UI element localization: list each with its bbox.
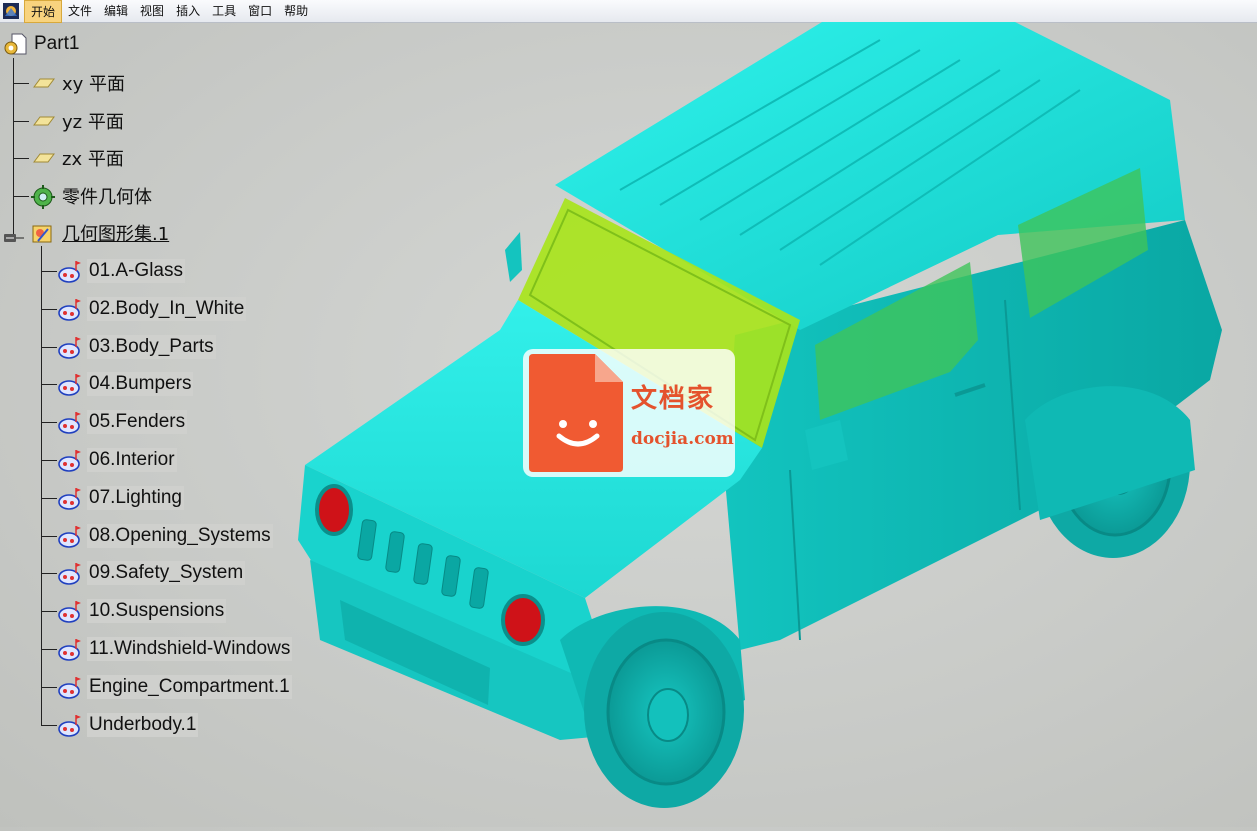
tree-node-label: 03.Body_Parts bbox=[87, 334, 216, 359]
tree-node-label: 02.Body_In_White bbox=[87, 296, 247, 321]
vehicle-model bbox=[298, 22, 1222, 808]
watermark-title: 文档家 bbox=[631, 383, 716, 414]
tree-node-yz-plane[interactable]: yz 平面 bbox=[30, 109, 126, 133]
tree-node-part1[interactable]: Part1 bbox=[2, 32, 81, 56]
tree-node-label: 10.Suspensions bbox=[87, 599, 227, 624]
tree-node-label: 几何图形集.1 bbox=[62, 224, 170, 245]
tree-node-label: 09.Safety_System bbox=[87, 561, 246, 586]
geometric-set-child-icon bbox=[57, 599, 83, 623]
menu-item[interactable]: 视图 bbox=[134, 0, 170, 23]
tree-node-geoset-child[interactable]: 06.Interior bbox=[57, 448, 177, 472]
plane-icon bbox=[30, 109, 56, 133]
geometric-set-child-icon bbox=[57, 410, 83, 434]
tree-node-label: 05.Fenders bbox=[87, 410, 188, 435]
tree-node-label: xy 平面 bbox=[62, 74, 126, 95]
tree-node-label: 11.Windshield-Windows bbox=[87, 637, 293, 661]
tree-connector bbox=[41, 649, 57, 650]
menu-item[interactable]: 插入 bbox=[170, 0, 206, 23]
tree-connector bbox=[41, 346, 57, 348]
menu-item[interactable]: 工具 bbox=[206, 0, 242, 23]
geometric-set-child-icon bbox=[57, 372, 83, 397]
tree-node-geoset-child[interactable]: 02.Body_In_White bbox=[57, 296, 247, 321]
tree-connector bbox=[41, 573, 57, 575]
menu-item[interactable]: 编辑 bbox=[98, 0, 134, 23]
right-headlamp bbox=[501, 594, 545, 646]
geometric-set-child-icon bbox=[57, 486, 83, 510]
menu-item[interactable]: 窗口 bbox=[242, 0, 278, 23]
tree-connector bbox=[41, 724, 57, 726]
left-headlamp bbox=[315, 484, 353, 536]
tree-connector bbox=[41, 460, 57, 461]
3d-viewport[interactable] bbox=[290, 20, 1257, 827]
tree-node-label: yz 平面 bbox=[62, 112, 124, 133]
tree-root-label: Part1 bbox=[34, 33, 80, 54]
tree-connector bbox=[41, 384, 57, 386]
tree-node-part-body[interactable]: 零件几何体 bbox=[30, 184, 154, 209]
geometric-set-child-icon bbox=[57, 448, 83, 472]
tree-node-label: 06.Interior bbox=[87, 448, 177, 472]
tree-connector bbox=[41, 497, 57, 499]
tree-node-geoset-child[interactable]: 07.Lighting bbox=[57, 485, 184, 510]
tree-node-geoset-child[interactable]: 04.Bumpers bbox=[57, 372, 194, 397]
tree-connector bbox=[41, 535, 57, 537]
tree-node-label: Underbody.1 bbox=[87, 712, 199, 737]
document-logo-icon bbox=[529, 354, 623, 472]
geometric-set-icon bbox=[30, 221, 56, 245]
tree-connector bbox=[13, 196, 29, 197]
tree-node-geometric-set[interactable]: 几何图形集.1 bbox=[2, 221, 171, 245]
specification-tree: Part1 xy 平面 yz 平面 zx 平面 零件几何体 几何图形集.1 01… bbox=[0, 24, 340, 804]
tree-node-label: Engine_Compartment.1 bbox=[87, 674, 292, 699]
plane-icon bbox=[30, 71, 56, 95]
tree-node-geoset-child[interactable]: 08.Opening_Systems bbox=[57, 523, 273, 548]
tree-node-label: 07.Lighting bbox=[87, 485, 184, 510]
tree-node-label: 08.Opening_Systems bbox=[87, 523, 273, 548]
geometric-set-child-icon bbox=[57, 675, 83, 699]
part-icon bbox=[2, 32, 28, 56]
geometric-set-child-icon bbox=[57, 561, 83, 586]
geometric-set-child-icon bbox=[57, 713, 83, 737]
tree-connector bbox=[41, 308, 57, 310]
tree-node-geoset-child[interactable]: 11.Windshield-Windows bbox=[57, 637, 293, 661]
tree-connector bbox=[13, 58, 14, 234]
tree-node-geoset-child[interactable]: 01.A-Glass bbox=[57, 259, 185, 283]
tree-connector bbox=[13, 121, 29, 122]
geometric-set-child-icon bbox=[57, 524, 83, 548]
gear-body-icon bbox=[30, 184, 56, 209]
tree-node-label: 01.A-Glass bbox=[87, 259, 185, 283]
tree-node-geoset-child[interactable]: 09.Safety_System bbox=[57, 561, 246, 586]
tree-connector bbox=[41, 246, 42, 725]
tree-node-geoset-child[interactable]: 05.Fenders bbox=[57, 410, 188, 435]
tree-connector bbox=[13, 83, 29, 84]
tree-connector bbox=[41, 422, 57, 424]
geometric-set-child-icon bbox=[57, 259, 83, 283]
catia-logo-icon[interactable] bbox=[2, 2, 20, 20]
menu-item[interactable]: 文件 bbox=[62, 0, 98, 23]
tree-node-label: zx 平面 bbox=[62, 149, 124, 170]
menu-item[interactable]: 开始 bbox=[24, 0, 63, 23]
tree-connector bbox=[41, 271, 57, 272]
tree-node-geoset-child[interactable]: Underbody.1 bbox=[57, 712, 199, 737]
watermark-url: docjia.com bbox=[631, 428, 734, 449]
watermark: 文档家 docjia.com bbox=[523, 349, 735, 477]
tree-node-label: 零件几何体 bbox=[62, 187, 152, 208]
collapse-toggle-icon[interactable] bbox=[2, 228, 24, 242]
tree-node-label: 04.Bumpers bbox=[87, 372, 194, 397]
tree-node-zx-plane[interactable]: zx 平面 bbox=[30, 146, 126, 170]
geometric-set-child-icon bbox=[57, 297, 83, 321]
geometric-set-child-icon bbox=[57, 637, 83, 661]
tree-connector bbox=[13, 158, 29, 159]
plane-icon bbox=[30, 146, 56, 170]
tree-connector bbox=[41, 686, 57, 688]
tree-node-geoset-child[interactable]: Engine_Compartment.1 bbox=[57, 674, 292, 699]
geometric-set-child-icon bbox=[57, 335, 83, 359]
tree-connector bbox=[41, 611, 57, 613]
tree-node-geoset-child[interactable]: 10.Suspensions bbox=[57, 599, 227, 624]
tree-node-xy-plane[interactable]: xy 平面 bbox=[30, 71, 127, 95]
tree-node-geoset-child[interactable]: 03.Body_Parts bbox=[57, 334, 216, 359]
